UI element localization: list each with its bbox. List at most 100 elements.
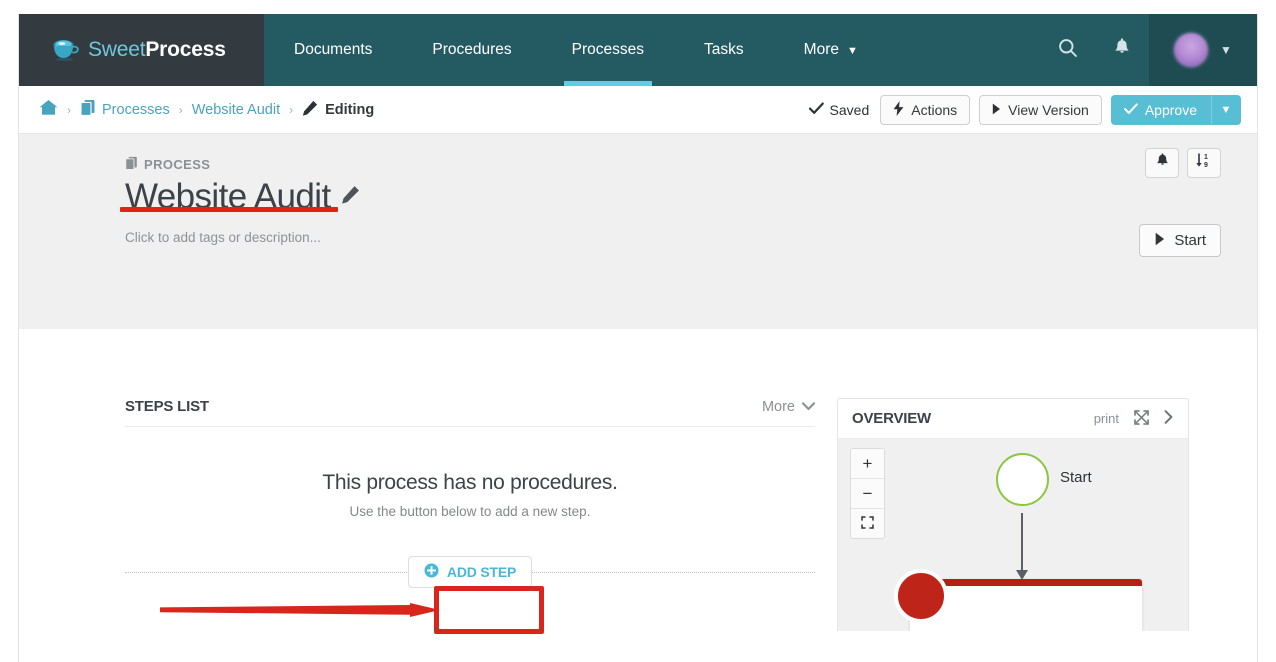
coffee-cup-icon (51, 38, 81, 62)
panels-row: STEPS LIST More This process has no proc… (125, 398, 1197, 631)
caret-down-icon: ▼ (1220, 103, 1232, 116)
chevron-right-icon (1164, 410, 1174, 427)
tags-description-placeholder[interactable]: Click to add tags or description... (125, 230, 1221, 245)
add-step-label: ADD STEP (446, 564, 517, 580)
approve-label: Approve (1144, 101, 1197, 118)
view-version-label: View Version (1008, 101, 1089, 118)
bell-icon (1113, 37, 1131, 63)
chevron-down-icon: ▼ (1220, 43, 1232, 57)
svg-text:9: 9 (1204, 162, 1208, 169)
nav-item-tasks[interactable]: Tasks (674, 14, 774, 86)
document-actions: Saved Actions View Version Approve ▼ (808, 94, 1241, 125)
document-notifications-button[interactable] (1145, 148, 1179, 178)
pencil-icon (341, 185, 360, 209)
document-header-tools: 1 9 (1145, 148, 1221, 178)
check-icon (1123, 102, 1138, 118)
nav-item-procedures[interactable]: Procedures (402, 14, 541, 86)
screenshot-root: SweetProcess Documents Procedures Proces… (0, 0, 1276, 662)
add-step-row: ADD STEP (125, 552, 815, 592)
nav-item-more[interactable]: More ▼ (774, 14, 888, 86)
overview-tools: print (1094, 409, 1174, 428)
search-icon (1058, 38, 1078, 63)
actions-label: Actions (911, 101, 958, 118)
sort-numeric-icon: 1 9 (1195, 152, 1213, 174)
annotation-overview-dot (894, 569, 948, 623)
nav-label-more: More (803, 41, 839, 58)
nav-label-procedures: Procedures (432, 41, 512, 58)
brand-text: SweetProcess (88, 38, 226, 62)
empty-state-subtitle: Use the button below to add a new step. (349, 504, 591, 519)
sort-order-button[interactable]: 1 9 (1187, 148, 1221, 178)
overview-panel: OVERVIEW print + − Start (837, 398, 1189, 631)
approve-split-button: Approve ▼ (1110, 94, 1241, 125)
diagram-start-label: Start (1060, 469, 1092, 486)
document-header: PROCESS Website Audit Click to add tags … (19, 134, 1257, 329)
actions-button[interactable]: Actions (880, 94, 971, 125)
notifications-button[interactable] (1095, 14, 1149, 86)
bell-icon (1155, 152, 1170, 174)
play-triangle-icon (1154, 232, 1166, 250)
start-label: Start (1174, 232, 1206, 249)
status-badge-saved: Saved (808, 101, 870, 118)
start-button-wrap: Start (1139, 224, 1221, 257)
steps-list-title: STEPS LIST (125, 398, 209, 415)
check-icon (808, 102, 824, 118)
breadcrumb-processes[interactable]: Processes (80, 99, 170, 120)
user-menu[interactable]: ▼ (1149, 14, 1257, 86)
add-step-button[interactable]: ADD STEP (407, 556, 533, 588)
app-container: SweetProcess Documents Procedures Proces… (18, 14, 1258, 662)
annotation-title-underline (120, 207, 338, 212)
nav-label-tasks: Tasks (704, 41, 744, 58)
breadcrumb: › Processes › Website Audit › Editing (39, 99, 374, 120)
overview-collapse-button[interactable] (1164, 410, 1174, 427)
brand-logo-link[interactable]: SweetProcess (19, 14, 264, 86)
breadcrumb-editing-label: Editing (325, 101, 375, 118)
avatar (1174, 33, 1209, 67)
play-triangle-icon (992, 102, 1001, 118)
breadcrumb-editing: Editing (302, 100, 374, 120)
overview-header: OVERVIEW print (838, 399, 1188, 439)
chevron-down-icon: ▼ (847, 45, 858, 57)
overview-title: OVERVIEW (852, 410, 931, 427)
brand-sweet: Sweet (88, 38, 146, 61)
brand-logo: SweetProcess (51, 38, 226, 62)
navbar-right: ▼ (1041, 14, 1257, 86)
edit-title-button[interactable] (341, 185, 360, 209)
overview-expand-button[interactable] (1134, 409, 1149, 428)
document-type-label: PROCESS (125, 156, 1221, 173)
breadcrumb-home[interactable] (39, 99, 58, 120)
document-kicker-text: PROCESS (144, 157, 211, 172)
diagram-start-node[interactable] (996, 453, 1049, 506)
svg-text:1: 1 (1204, 154, 1208, 161)
start-button[interactable]: Start (1139, 224, 1221, 257)
view-version-button[interactable]: View Version (979, 94, 1102, 125)
pencil-icon (302, 100, 318, 120)
empty-state-title: This process has no procedures. (322, 471, 618, 494)
documents-icon (80, 99, 96, 120)
breadcrumb-website-audit[interactable]: Website Audit (192, 102, 280, 118)
expand-icon (1134, 409, 1149, 428)
zoom-out-button[interactable]: − (851, 479, 884, 509)
overview-print-button[interactable]: print (1094, 411, 1119, 426)
top-navbar: SweetProcess Documents Procedures Proces… (19, 14, 1257, 86)
steps-more-button[interactable]: More (762, 399, 816, 415)
approve-button[interactable]: Approve (1110, 94, 1212, 125)
chevron-down-icon (801, 399, 816, 415)
zoom-fit-button[interactable] (851, 509, 884, 538)
nav-label-processes: Processes (571, 41, 645, 58)
breadcrumb-separator-3: › (289, 102, 294, 117)
search-button[interactable] (1041, 14, 1095, 86)
nav-item-processes[interactable]: Processes (542, 14, 674, 86)
bolt-icon (893, 100, 904, 119)
diagram-zoom-controls: + − (850, 448, 885, 539)
overview-diagram-canvas[interactable]: + − Start (838, 439, 1188, 631)
breadcrumb-separator: › (67, 102, 71, 117)
fit-icon (861, 515, 874, 532)
nav-item-documents[interactable]: Documents (264, 14, 402, 86)
navbar-links: Documents Procedures Processes Tasks Mor… (264, 14, 1041, 86)
approve-dropdown-toggle[interactable]: ▼ (1211, 94, 1241, 125)
saved-label: Saved (829, 101, 870, 118)
breadcrumb-processes-label: Processes (102, 101, 170, 118)
zoom-in-button[interactable]: + (851, 449, 884, 479)
steps-empty-state: This process has no procedures. Use the … (125, 427, 815, 519)
